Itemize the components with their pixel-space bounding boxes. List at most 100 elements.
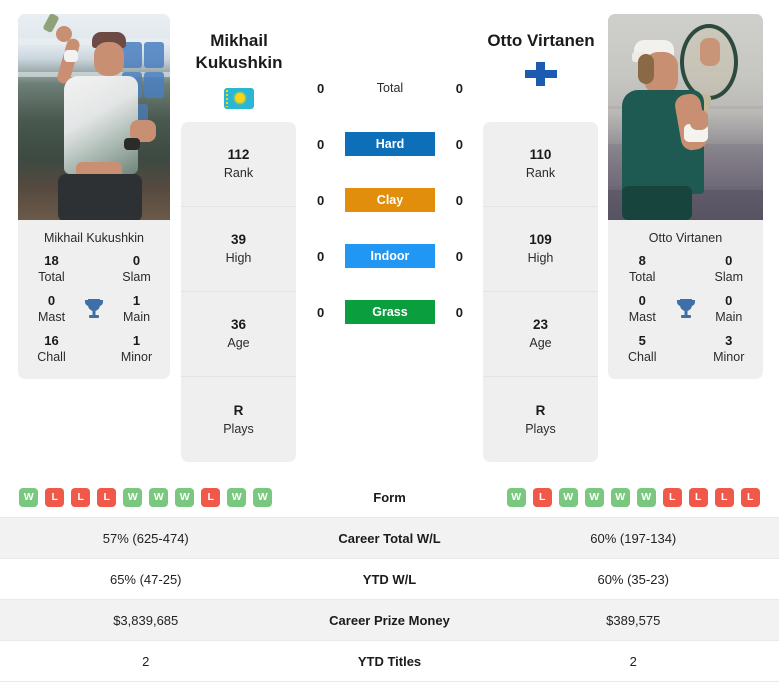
row-label-form: Form	[373, 489, 406, 505]
player-title-right[interactable]: Otto Virtanen	[481, 30, 601, 52]
surface-badge-grass[interactable]: Grass	[345, 300, 435, 324]
h2h-row-grass: 0 Grass 0	[305, 284, 475, 340]
ytd-wl-left: 65% (47-25)	[109, 571, 182, 587]
row-label-ytd-titles: YTD Titles	[357, 653, 422, 669]
surface-label-clay: Clay	[376, 193, 404, 207]
form-badge-loss[interactable]: L	[714, 487, 734, 507]
player-name-under-photo-left: Mikhail Kukushkin	[43, 231, 145, 245]
title-stat-main-right: 0 Main	[715, 293, 743, 324]
player-photo-right	[608, 14, 763, 220]
title-stat-mast-right: 0 Mast	[628, 293, 656, 324]
stat-card-left: 112 Rank 39 High 36 Age R Plays	[181, 122, 296, 462]
h2h-right-score-indoor: 0	[455, 248, 463, 264]
h2h-left-score-grass: 0	[317, 304, 325, 320]
title-stat-slam-right: 0 Slam	[714, 253, 743, 284]
form-badge-loss[interactable]: L	[740, 487, 760, 507]
title-stat-chall-right: 5 Chall	[628, 333, 657, 364]
h2h-row-hard: 0 Hard 0	[305, 116, 475, 172]
form-badge-win[interactable]: W	[253, 487, 273, 507]
h2h-row-total: 0 Total 0	[305, 60, 475, 116]
stat-rank-left: 112 Rank	[181, 122, 296, 207]
table-row-career-total-wl: 57% (625-474) Career Total W/L 60% (197-…	[0, 518, 779, 559]
titles-grid-left: 18 Total 0 Slam 0 Mast 1 Main 16 Chall 1…	[18, 253, 170, 379]
h2h-left-score-total: 0	[317, 80, 325, 96]
h2h-left-score-hard: 0	[317, 136, 325, 152]
surface-label-indoor: Indoor	[370, 249, 410, 263]
stat-age-right: 23 Age	[483, 292, 598, 377]
player-title-left[interactable]: Mikhail Kukushkin	[179, 30, 299, 74]
form-badge-win[interactable]: W	[19, 487, 39, 507]
title-stat-total-left: 18 Total	[38, 253, 65, 284]
player-card-right[interactable]: Otto Virtanen 8 Total 0 Slam 0 Mast 0 Ma…	[608, 14, 763, 379]
player-last-name-left: Kukushkin	[195, 53, 283, 72]
title-stat-chall-left: 16 Chall	[37, 333, 66, 364]
ytd-titles-left: 2	[142, 653, 150, 669]
row-label-ytd-wl: YTD W/L	[362, 571, 417, 587]
title-stat-main-left: 1 Main	[122, 293, 151, 324]
surface-label-hard: Hard	[375, 137, 405, 151]
form-badge-win[interactable]: W	[149, 487, 169, 507]
finland-flag-icon	[525, 62, 557, 86]
player-name-under-photo-right: Otto Virtanen	[648, 231, 723, 245]
form-badge-loss[interactable]: L	[97, 487, 117, 507]
row-label-career-total-wl: Career Total W/L	[338, 530, 441, 546]
form-badge-loss[interactable]: L	[662, 487, 682, 507]
titles-grid-right: 8 Total 0 Slam 0 Mast 0 Main 5 Chall 3 M…	[608, 253, 763, 379]
h2h-right-score-grass: 0	[455, 304, 463, 320]
player-comparison-header: Mikhail Kukushkin 18 Total 0 Slam 0 Mast	[0, 0, 779, 477]
surface-badge-indoor[interactable]: Indoor	[345, 244, 435, 268]
trophy-icon	[669, 297, 703, 321]
title-stat-slam-left: 0 Slam	[122, 253, 151, 284]
form-badge-win[interactable]: W	[506, 487, 526, 507]
ytd-wl-right: 60% (35-23)	[597, 571, 670, 587]
stat-high-left: 39 High	[181, 207, 296, 292]
career-total-wl-right: 60% (197-134)	[590, 530, 677, 546]
player-first-name-left: Mikhail	[210, 31, 268, 50]
player-full-name-right: Otto Virtanen	[487, 31, 595, 50]
surface-label-grass: Grass	[372, 305, 408, 319]
form-badge-win[interactable]: W	[123, 487, 143, 507]
surface-badge-hard[interactable]: Hard	[345, 132, 435, 156]
form-badge-loss[interactable]: L	[45, 487, 65, 507]
trophy-icon	[77, 297, 111, 321]
h2h-right-score-total: 0	[455, 80, 463, 96]
player-card-left[interactable]: Mikhail Kukushkin 18 Total 0 Slam 0 Mast	[18, 14, 170, 379]
form-strip-right: WLWWWWLLLL	[488, 487, 779, 507]
form-badge-win[interactable]: W	[558, 487, 578, 507]
stat-high-right: 109 High	[483, 207, 598, 292]
head-to-head-column: 0 Total 0 0 Hard 0 0 Clay 0 0 Indoor 0 0	[305, 60, 475, 340]
form-badge-loss[interactable]: L	[201, 487, 221, 507]
h2h-left-score-indoor: 0	[317, 248, 325, 264]
h2h-left-score-clay: 0	[317, 192, 325, 208]
stat-plays-left: R Plays	[223, 402, 254, 436]
surface-badge-clay[interactable]: Clay	[345, 188, 435, 212]
form-badge-loss[interactable]: L	[688, 487, 708, 507]
table-row-form: WLLLWWWLWW Form WLWWWWLLLL	[0, 477, 779, 518]
form-badge-win[interactable]: W	[227, 487, 247, 507]
stat-plays-right: R Plays	[525, 402, 556, 436]
title-stat-minor-left: 1 Minor	[120, 333, 153, 364]
table-row-ytd-titles: 2 YTD Titles 2	[0, 641, 779, 682]
h2h-row-indoor: 0 Indoor 0	[305, 228, 475, 284]
form-badge-loss[interactable]: L	[532, 487, 552, 507]
form-strip-left: WLLLWWWLWW	[0, 487, 292, 507]
stat-age-left: 36 Age	[181, 292, 296, 377]
h2h-right-score-hard: 0	[455, 136, 463, 152]
career-prize-money-right: $389,575	[606, 612, 661, 628]
form-badge-win[interactable]: W	[175, 487, 195, 507]
career-total-wl-left: 57% (625-474)	[102, 530, 189, 546]
kazakhstan-flag-icon	[224, 88, 254, 109]
h2h-label-total: Total	[376, 81, 404, 95]
title-stat-total-right: 8 Total	[629, 253, 656, 284]
table-row-career-prize-money: $3,839,685 Career Prize Money $389,575	[0, 600, 779, 641]
title-stat-mast-left: 0 Mast	[37, 293, 66, 324]
row-label-career-prize-money: Career Prize Money	[329, 612, 450, 628]
form-badge-win[interactable]: W	[584, 487, 604, 507]
ytd-titles-right: 2	[629, 653, 637, 669]
career-prize-money-left: $3,839,685	[113, 612, 179, 628]
form-badge-win[interactable]: W	[636, 487, 656, 507]
form-badge-loss[interactable]: L	[71, 487, 91, 507]
stat-rank-right: 110 Rank	[483, 122, 598, 207]
form-badge-win[interactable]: W	[610, 487, 630, 507]
title-stat-minor-right: 3 Minor	[713, 333, 745, 364]
